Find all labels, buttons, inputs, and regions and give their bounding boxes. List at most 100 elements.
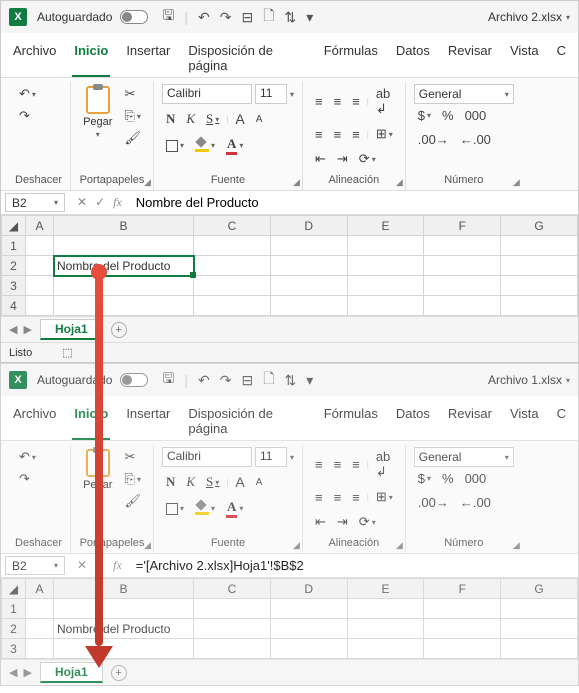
filename-label[interactable]: Archivo 2.xlsx▾: [488, 10, 570, 24]
touch-mode-icon[interactable]: ⊟: [241, 9, 253, 26]
font-color-button[interactable]: A▾: [222, 497, 247, 520]
fill-color-button[interactable]: ▾: [191, 138, 219, 154]
decrease-decimal-button[interactable]: ←.00: [456, 130, 495, 149]
col-header-e[interactable]: E: [347, 216, 424, 236]
align-top-button[interactable]: ≡: [311, 455, 327, 474]
font-color-button[interactable]: A▾: [222, 134, 247, 157]
percent-button[interactable]: %: [438, 469, 458, 488]
number-format-select[interactable]: General▾: [414, 447, 514, 467]
undo-icon[interactable]: ↶: [198, 9, 210, 26]
col-header-g[interactable]: G: [501, 216, 578, 236]
align-right-button[interactable]: ≡: [348, 488, 364, 507]
new-sheet-button[interactable]: +: [111, 322, 127, 338]
clipboard-expand-icon[interactable]: ◢: [144, 540, 151, 551]
col-header-d[interactable]: D: [270, 579, 347, 599]
decrease-indent-button[interactable]: ⇤: [311, 512, 330, 532]
sheet-tab-hoja1[interactable]: Hoja1: [40, 319, 103, 340]
font-name-select[interactable]: Calibri: [162, 84, 252, 104]
font-expand-icon[interactable]: ◢: [293, 177, 300, 188]
merge-button[interactable]: ⊞▾: [372, 124, 397, 144]
wrap-text-button[interactable]: ab↲: [372, 84, 394, 119]
cell-b2[interactable]: Nombre del Producto: [54, 619, 194, 639]
sheet-grid[interactable]: ◢ A B C D E F G 1 2 Nombre del Producto …: [1, 215, 578, 316]
format-painter-button[interactable]: 🖌: [120, 491, 145, 511]
cell-b2[interactable]: Nombre del Producto: [54, 256, 194, 276]
redo-icon[interactable]: ↷: [220, 372, 232, 389]
bold-button[interactable]: N: [162, 109, 179, 129]
save-icon[interactable]: 🖫: [162, 5, 174, 29]
underline-button[interactable]: S▾: [202, 109, 223, 129]
copy-button[interactable]: ⎘▾: [120, 469, 145, 489]
border-button[interactable]: ▾: [162, 138, 188, 154]
col-header-f[interactable]: F: [424, 216, 501, 236]
align-right-button[interactable]: ≡: [348, 125, 364, 144]
align-middle-button[interactable]: ≡: [330, 92, 346, 111]
number-format-select[interactable]: General▾: [414, 84, 514, 104]
tab-more[interactable]: C: [555, 39, 568, 77]
currency-button[interactable]: $▾: [414, 469, 435, 488]
shrink-font-button[interactable]: A: [252, 112, 267, 127]
formula-input[interactable]: [130, 193, 578, 212]
tab-disposicion[interactable]: Disposición de página: [186, 402, 307, 440]
increase-indent-button[interactable]: ⇥: [333, 149, 352, 169]
align-top-button[interactable]: ≡: [311, 92, 327, 111]
sheet-nav-prev-icon[interactable]: ◀: [9, 666, 17, 679]
col-header-c[interactable]: C: [194, 216, 271, 236]
align-left-button[interactable]: ≡: [311, 125, 327, 144]
sheet-nav-next-icon[interactable]: ▶: [23, 323, 31, 336]
sheet-nav-next-icon[interactable]: ▶: [23, 666, 31, 679]
align-expand-icon[interactable]: ◢: [396, 540, 403, 551]
fill-color-button[interactable]: ▾: [191, 501, 219, 517]
save-icon[interactable]: 🖫: [162, 368, 174, 392]
col-header-c[interactable]: C: [194, 579, 271, 599]
currency-button[interactable]: $▾: [414, 106, 435, 125]
underline-button[interactable]: S▾: [202, 472, 223, 492]
tab-formulas[interactable]: Fórmulas: [322, 39, 380, 77]
decrease-decimal-button[interactable]: ←.00: [456, 493, 495, 512]
autosave-toggle[interactable]: [120, 10, 148, 24]
col-header-b[interactable]: B: [54, 216, 194, 236]
font-size-select[interactable]: 11: [255, 84, 287, 104]
autosave-toggle[interactable]: [120, 373, 148, 387]
touch-mode-icon[interactable]: ⊟: [241, 372, 253, 389]
border-button[interactable]: ▾: [162, 501, 188, 517]
tab-insertar[interactable]: Insertar: [124, 402, 172, 440]
number-expand-icon[interactable]: ◢: [513, 177, 520, 188]
sort-icon[interactable]: ⇅: [284, 372, 296, 389]
tab-inicio[interactable]: Inicio: [72, 402, 110, 440]
tab-disposicion[interactable]: Disposición de página: [186, 39, 307, 77]
clipboard-expand-icon[interactable]: ◢: [144, 177, 151, 188]
col-header-d[interactable]: D: [270, 216, 347, 236]
cancel-formula-icon[interactable]: ✕: [77, 558, 87, 573]
tab-revisar[interactable]: Revisar: [446, 402, 494, 440]
copy-button[interactable]: ⎘▾: [120, 106, 145, 126]
cancel-formula-icon[interactable]: ✕: [77, 195, 87, 210]
increase-indent-button[interactable]: ⇥: [333, 512, 352, 532]
align-middle-button[interactable]: ≡: [330, 455, 346, 474]
print-preview-icon[interactable]: 🗋: [263, 5, 274, 29]
row-header-3[interactable]: 3: [2, 639, 26, 659]
name-box[interactable]: B2▾: [5, 193, 65, 212]
new-sheet-button[interactable]: +: [111, 665, 127, 681]
row-header-4[interactable]: 4: [2, 296, 26, 316]
qat-more-icon[interactable]: ▾: [306, 372, 313, 389]
fx-icon[interactable]: fx: [113, 558, 122, 573]
cut-button[interactable]: ✂: [120, 447, 145, 467]
cut-button[interactable]: ✂: [120, 84, 145, 104]
grow-font-button[interactable]: A: [231, 109, 248, 129]
macro-record-icon[interactable]: ⬚: [62, 346, 72, 359]
col-header-e[interactable]: E: [347, 579, 424, 599]
orientation-button[interactable]: ⟳▾: [355, 149, 380, 169]
orientation-button[interactable]: ⟳▾: [355, 512, 380, 532]
tab-datos[interactable]: Datos: [394, 39, 432, 77]
fx-icon[interactable]: fx: [113, 195, 122, 210]
percent-button[interactable]: %: [438, 106, 458, 125]
align-bottom-button[interactable]: ≡: [348, 455, 364, 474]
name-box[interactable]: B2▾: [5, 556, 65, 575]
row-header-2[interactable]: 2: [2, 619, 26, 639]
align-center-button[interactable]: ≡: [330, 125, 346, 144]
col-header-f[interactable]: F: [424, 579, 501, 599]
align-bottom-button[interactable]: ≡: [348, 92, 364, 111]
col-header-g[interactable]: G: [501, 579, 578, 599]
increase-decimal-button[interactable]: .00→: [414, 493, 453, 512]
